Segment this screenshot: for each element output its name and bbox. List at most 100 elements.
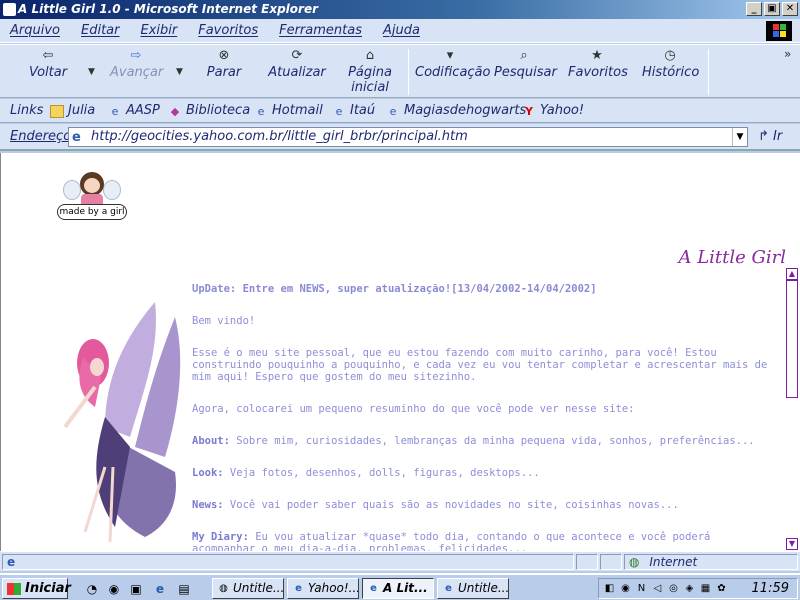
taskbar: Iniciar ◔ ◉ ▣ e ▤ ◍ Untitle... e Yahoo!.… [0, 573, 800, 600]
app-icon: ◍ [219, 583, 228, 594]
menu-favoritos[interactable]: Favoritos [198, 23, 258, 38]
refresh-button[interactable]: ⟳ Atualizar [268, 48, 326, 81]
status-bar: e ◍ Internet [0, 551, 800, 571]
girl-face [84, 178, 100, 193]
links-bar: Links Julia e AASP ◆ Biblioteca e Hotmai… [0, 99, 800, 123]
search-button[interactable]: ⌕ Pesquisar [494, 48, 557, 81]
look-link[interactable]: Look: [192, 467, 224, 479]
back-dropdown-icon[interactable]: ▼ [88, 67, 95, 77]
ie-page-icon: e [111, 104, 119, 118]
standard-toolbar: ⇦ Voltar ▼ ⇨ Avançar ▼ ⊗ Parar ⟳ Atualiz… [0, 44, 800, 98]
task-untitled-2[interactable]: e Untitle... [437, 578, 509, 599]
ie-launch-icon[interactable]: e [152, 581, 168, 597]
task-a-little-girl[interactable]: e A Lit... [362, 578, 434, 599]
link-magiasdehogwarts[interactable]: e Magiasdehogwarts [386, 99, 527, 123]
search-icon: ⌕ [520, 48, 528, 63]
favorites-icon: ★ [591, 48, 603, 63]
news-link[interactable]: News: [192, 499, 224, 511]
link-julia[interactable]: Julia [50, 99, 95, 123]
quicklaunch-icon[interactable]: ▤ [176, 581, 192, 597]
encoding-button[interactable]: ▾ Codificação [415, 49, 490, 81]
wing-right [103, 180, 121, 200]
windows-logo-icon [766, 21, 792, 41]
forward-button[interactable]: ⇨ Avançar [110, 49, 163, 81]
menu-exibir[interactable]: Exibir [141, 23, 178, 38]
volume-icon[interactable]: ◁ [651, 582, 664, 595]
welcome-text: Bem vindo! [192, 315, 256, 327]
tray-icon[interactable]: ✿ [715, 582, 728, 595]
toolbar-separator [408, 49, 409, 95]
book-icon: ◆ [170, 104, 180, 118]
links-label: Links [10, 103, 44, 118]
site-title: A Little Girl [678, 247, 786, 268]
close-button[interactable]: ✕ [782, 2, 798, 16]
status-text: e [2, 554, 574, 570]
ie-page-icon: e [370, 583, 377, 594]
ie-page-icon: e [335, 104, 343, 118]
home-button[interactable]: ⌂ Página inicial [344, 48, 396, 96]
about-link[interactable]: About: [192, 435, 230, 447]
link-itau[interactable]: e Itaú [332, 99, 376, 123]
history-icon: ◷ [664, 48, 676, 63]
history-button[interactable]: ◷ Histórico [642, 48, 699, 81]
update-notice[interactable]: UpDate: Entre em NEWS, super atualização… [192, 283, 772, 295]
ie-page-icon: e [7, 555, 16, 569]
diary-link[interactable]: My Diary: [192, 531, 249, 543]
ie-app-icon [3, 3, 16, 16]
status-cell [600, 554, 622, 570]
quicklaunch-icon[interactable]: ▣ [128, 581, 144, 597]
content-scrollbar[interactable]: ▲ ▼ [786, 268, 798, 550]
tray-icon[interactable]: N [635, 582, 648, 595]
favorites-button[interactable]: ★ Favoritos [568, 48, 628, 81]
maximize-button[interactable]: ▣ [764, 2, 780, 16]
scroll-down-icon[interactable]: ▼ [786, 538, 798, 550]
link-aasp[interactable]: e AASP [108, 99, 160, 123]
menu-editar[interactable]: Editar [81, 23, 120, 38]
tray-icon[interactable]: ▦ [699, 582, 712, 595]
menu-bar: Arquivo Editar Exibir Favoritos Ferramen… [0, 19, 800, 43]
menu-ajuda[interactable]: Ajuda [383, 23, 420, 38]
tray-icon[interactable]: ◉ [619, 582, 632, 595]
home-icon: ⌂ [365, 48, 375, 63]
address-url: http://geocities.yahoo.com.br/little_gir… [91, 129, 468, 144]
link-biblioteca[interactable]: ◆ Biblioteca [168, 99, 250, 123]
ie-page-icon: e [445, 583, 452, 594]
refresh-icon: ⟳ [291, 48, 303, 63]
minimize-button[interactable]: _ [746, 2, 762, 16]
toolbar-overflow-button[interactable]: » [784, 47, 791, 61]
task-yahoo[interactable]: e Yahoo!... [287, 578, 359, 599]
menu-ferramentas[interactable]: Ferramentas [279, 23, 362, 38]
link-yahoo[interactable]: Y Yahoo! [522, 99, 584, 123]
summary-text: Agora, colocarei um pequeno resuminho do… [192, 403, 635, 415]
menu-arquivo[interactable]: Arquivo [10, 23, 60, 38]
task-untitled-1[interactable]: ◍ Untitle... [212, 578, 284, 599]
stop-button[interactable]: ⊗ Parar [204, 49, 244, 81]
tray-icon[interactable]: ◧ [603, 582, 616, 595]
address-dropdown-icon[interactable]: ▼ [732, 128, 747, 146]
look-entry: Look: Veja fotos, desenhos, dolls, figur… [192, 467, 540, 479]
yahoo-icon: Y [525, 104, 533, 118]
page-content: made by a girl A Little Girl UpDate: Ent… [0, 153, 800, 551]
made-by-girl-badge[interactable]: made by a girl [57, 170, 127, 222]
forward-dropdown-icon[interactable]: ▼ [176, 67, 183, 77]
start-button[interactable]: Iniciar [2, 578, 71, 599]
clock: 11:59 [751, 581, 789, 596]
link-hotmail[interactable]: e Hotmail [254, 99, 323, 123]
scroll-up-icon[interactable]: ▲ [786, 268, 798, 280]
scroll-thumb[interactable] [786, 280, 798, 398]
system-tray: ◧ ◉ N ◁ ◎ ◈ ▦ ✿ 11:59 [598, 578, 798, 599]
ie-page-icon: e [295, 583, 302, 594]
tray-icon[interactable]: ◈ [683, 582, 696, 595]
tray-icon[interactable]: ◎ [667, 582, 680, 595]
address-input[interactable]: e http://geocities.yahoo.com.br/little_g… [68, 127, 748, 147]
main-text: UpDate: Entre em NEWS, super atualização… [192, 283, 772, 551]
back-button[interactable]: ⇦ Voltar [26, 48, 70, 81]
window-title: A Little Girl 1.0 - Microsoft Internet E… [18, 2, 318, 16]
back-arrow-icon: ⇦ [42, 48, 54, 63]
fairy-illustration [63, 302, 181, 543]
address-label: Endereço [10, 129, 72, 144]
quicklaunch-icon[interactable]: ◉ [106, 581, 122, 597]
title-bar: A Little Girl 1.0 - Microsoft Internet E… [0, 0, 800, 19]
go-button[interactable]: ↱ Ir [758, 129, 782, 144]
quicklaunch-icon[interactable]: ◔ [84, 581, 100, 597]
